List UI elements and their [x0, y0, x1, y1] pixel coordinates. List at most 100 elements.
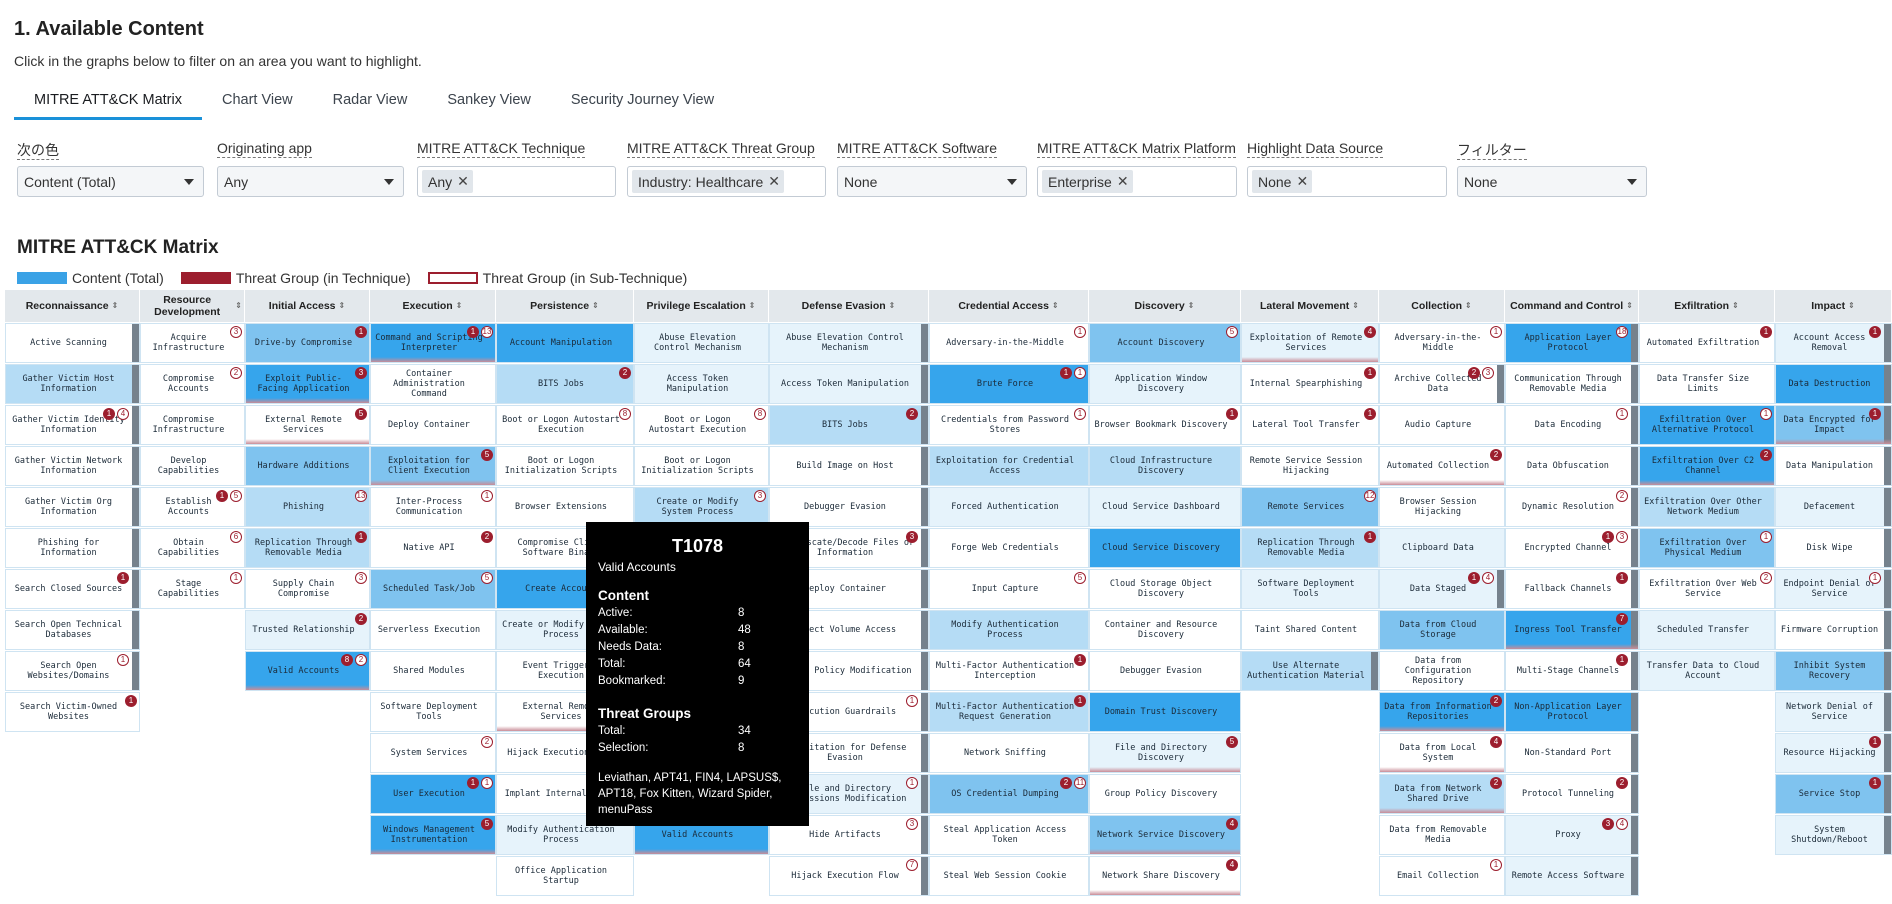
- filter-select[interactable]: None: [1457, 166, 1647, 197]
- technique-cell[interactable]: Non-Standard Port: [1505, 733, 1639, 773]
- subtechnique-expand-bar[interactable]: [921, 488, 928, 526]
- technique-cell[interactable]: Exfiltration Over Physical Medium 1: [1639, 528, 1775, 568]
- technique-cell[interactable]: Trusted Relationship 2: [245, 610, 370, 650]
- technique-cell[interactable]: Gather Victim Host Information: [5, 364, 140, 404]
- subtechnique-expand-bar[interactable]: [921, 611, 928, 649]
- subtechnique-expand-bar[interactable]: [921, 529, 928, 567]
- tactic-header[interactable]: Execution ⇕: [370, 290, 496, 322]
- technique-cell[interactable]: Credentials from Password Stores 1: [929, 405, 1089, 445]
- technique-cell[interactable]: Transfer Data to Cloud Account: [1639, 651, 1775, 691]
- technique-cell[interactable]: Automated Exfiltration 1: [1639, 323, 1775, 363]
- subtechnique-expand-bar[interactable]: [1884, 734, 1891, 772]
- technique-cell[interactable]: Cloud Infrastructure Discovery: [1089, 446, 1241, 486]
- technique-cell[interactable]: Access Token Manipulation: [769, 364, 929, 404]
- technique-cell[interactable]: BITS Jobs 2: [496, 364, 634, 404]
- technique-cell[interactable]: Exfiltration Over Web Service 2: [1639, 569, 1775, 609]
- remove-icon[interactable]: ✕: [1117, 173, 1129, 190]
- technique-cell[interactable]: Cloud Service Dashboard: [1089, 487, 1241, 527]
- technique-cell[interactable]: Inter-Process Communication 1: [370, 487, 496, 527]
- subtechnique-expand-bar[interactable]: [132, 324, 139, 362]
- remove-icon[interactable]: ✕: [1296, 173, 1308, 190]
- technique-cell[interactable]: Endpoint Denial of Service 1: [1775, 569, 1892, 609]
- subtechnique-expand-bar[interactable]: [1631, 365, 1638, 403]
- threat-group-chip[interactable]: Industry: Healthcare ✕: [632, 170, 785, 193]
- technique-cell[interactable]: Compromise Infrastructure: [140, 405, 245, 445]
- technique-cell[interactable]: Steal Web Session Cookie: [929, 856, 1089, 896]
- technique-cell[interactable]: File and Directory Discovery 5: [1089, 733, 1241, 773]
- technique-cell[interactable]: Phishing for Information: [5, 528, 140, 568]
- technique-cell[interactable]: Data from Cloud Storage: [1379, 610, 1505, 650]
- technique-cell[interactable]: Domain Trust Discovery: [1089, 692, 1241, 732]
- subtechnique-expand-bar[interactable]: [1884, 365, 1891, 403]
- technique-cell[interactable]: System Shutdown/Reboot: [1775, 815, 1892, 855]
- technique-cell[interactable]: Automated Collection 2: [1379, 446, 1505, 486]
- technique-cell[interactable]: Boot or Logon Autostart Execution 8: [496, 405, 634, 445]
- technique-cell[interactable]: Obtain Capabilities 6: [140, 528, 245, 568]
- subtechnique-expand-bar[interactable]: [1631, 857, 1638, 895]
- data-source-chip[interactable]: None ✕: [1252, 170, 1313, 193]
- subtechnique-expand-bar[interactable]: [132, 529, 139, 567]
- technique-cell[interactable]: Data from Information Repositories 2: [1379, 692, 1505, 732]
- technique-cell[interactable]: Communication Through Removable Media: [1505, 364, 1639, 404]
- technique-cell[interactable]: Search Closed Sources 1: [5, 569, 140, 609]
- technique-multiselect[interactable]: Any ✕: [417, 166, 616, 197]
- subtechnique-expand-bar[interactable]: [1631, 816, 1638, 854]
- technique-cell[interactable]: Lateral Tool Transfer 1: [1241, 405, 1379, 445]
- technique-cell[interactable]: Debugger Evasion: [1089, 651, 1241, 691]
- technique-cell[interactable]: Remote Service Session Hijacking: [1241, 446, 1379, 486]
- technique-cell[interactable]: Serverless Execution: [370, 610, 496, 650]
- technique-cell[interactable]: Scheduled Task/Job 5: [370, 569, 496, 609]
- subtechnique-expand-bar[interactable]: [1631, 447, 1638, 485]
- technique-cell[interactable]: BITS Jobs 2: [769, 405, 929, 445]
- technique-cell[interactable]: Gather Victim Org Information: [5, 487, 140, 527]
- technique-cell[interactable]: Exploit Public-Facing Application 3: [245, 364, 370, 404]
- technique-cell[interactable]: Active Scanning: [5, 323, 140, 363]
- technique-cell[interactable]: Firmware Corruption: [1775, 610, 1892, 650]
- subtechnique-expand-bar[interactable]: [1497, 570, 1504, 608]
- technique-cell[interactable]: Replication Through Removable Media 1: [245, 528, 370, 568]
- originating-app-select[interactable]: Any: [217, 166, 404, 197]
- subtechnique-expand-bar[interactable]: [1884, 652, 1891, 690]
- subtechnique-expand-bar[interactable]: [1884, 775, 1891, 813]
- subtechnique-expand-bar[interactable]: [921, 406, 928, 444]
- subtechnique-expand-bar[interactable]: [921, 775, 928, 813]
- technique-cell[interactable]: System Services 2: [370, 733, 496, 773]
- subtechnique-expand-bar[interactable]: [921, 816, 928, 854]
- technique-cell[interactable]: Develop Capabilities: [140, 446, 245, 486]
- platform-multiselect[interactable]: Enterprise ✕: [1037, 166, 1237, 197]
- tactic-header[interactable]: Collection ⇕: [1379, 290, 1505, 322]
- subtechnique-expand-bar[interactable]: [1631, 693, 1638, 731]
- platform-chip[interactable]: Enterprise ✕: [1042, 170, 1133, 193]
- technique-cell[interactable]: OS Credential Dumping 11 2: [929, 774, 1089, 814]
- subtechnique-expand-bar[interactable]: [1631, 570, 1638, 608]
- technique-cell[interactable]: Debugger Evasion: [769, 487, 929, 527]
- subtechnique-expand-bar[interactable]: [1884, 693, 1891, 731]
- technique-cell[interactable]: Data Encoding 1: [1505, 405, 1639, 445]
- tactic-header[interactable]: Defense Evasion ⇕: [769, 290, 929, 322]
- color-by-select[interactable]: Content (Total): [17, 166, 204, 197]
- tab-mitre-matrix[interactable]: MITRE ATT&CK Matrix: [14, 90, 202, 120]
- technique-cell[interactable]: Remote Access Software: [1505, 856, 1639, 896]
- technique-cell[interactable]: Search Open Websites/Domains 1: [5, 651, 140, 691]
- technique-cell[interactable]: Resource Hijacking 1: [1775, 733, 1892, 773]
- tactic-header[interactable]: Reconnaissance ⇕: [5, 290, 140, 322]
- tactic-header[interactable]: Resource Development ⇕: [140, 290, 245, 322]
- sort-icon[interactable]: ⇕: [1732, 300, 1739, 312]
- subtechnique-expand-bar[interactable]: [921, 447, 928, 485]
- technique-cell[interactable]: Abuse Elevation Control Mechanism: [634, 323, 769, 363]
- technique-cell[interactable]: Forge Web Credentials: [929, 528, 1089, 568]
- threat-group-multiselect[interactable]: Industry: Healthcare ✕: [627, 166, 826, 197]
- technique-cell[interactable]: Service Stop 1: [1775, 774, 1892, 814]
- technique-cell[interactable]: Inhibit System Recovery: [1775, 651, 1892, 691]
- technique-cell[interactable]: Drive-by Compromise 1: [245, 323, 370, 363]
- sort-icon[interactable]: ⇕: [1626, 300, 1633, 312]
- technique-cell[interactable]: Application Layer Protocol 18: [1505, 323, 1639, 363]
- technique-cell[interactable]: Non-Application Layer Protocol: [1505, 692, 1639, 732]
- subtechnique-expand-bar[interactable]: [921, 570, 928, 608]
- sort-icon[interactable]: ⇕: [339, 300, 346, 312]
- sort-icon[interactable]: ⇕: [1188, 300, 1195, 312]
- data-source-multiselect[interactable]: None ✕: [1247, 166, 1447, 197]
- technique-cell[interactable]: Data from Network Shared Drive 2: [1379, 774, 1505, 814]
- technique-cell[interactable]: Multi-Stage Channels 1: [1505, 651, 1639, 691]
- technique-cell[interactable]: User Execution 1 1: [370, 774, 496, 814]
